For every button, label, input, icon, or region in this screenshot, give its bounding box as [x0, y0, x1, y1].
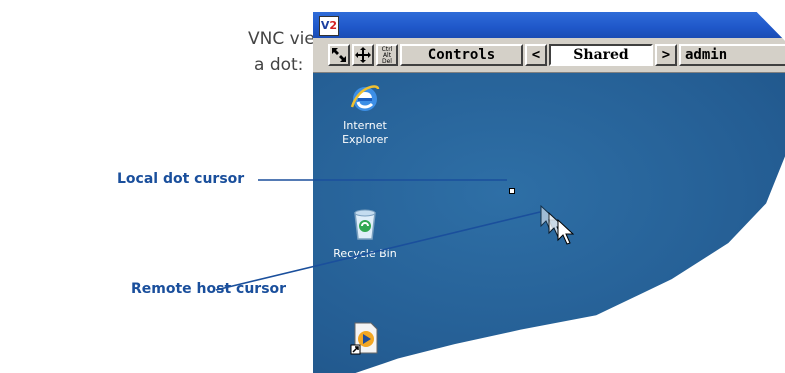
- callout-local-dot-cursor: Local dot cursor: [117, 171, 245, 187]
- leader-line-remote: [215, 211, 541, 291]
- callout-remote-host-cursor: Remote host cursor: [131, 281, 287, 297]
